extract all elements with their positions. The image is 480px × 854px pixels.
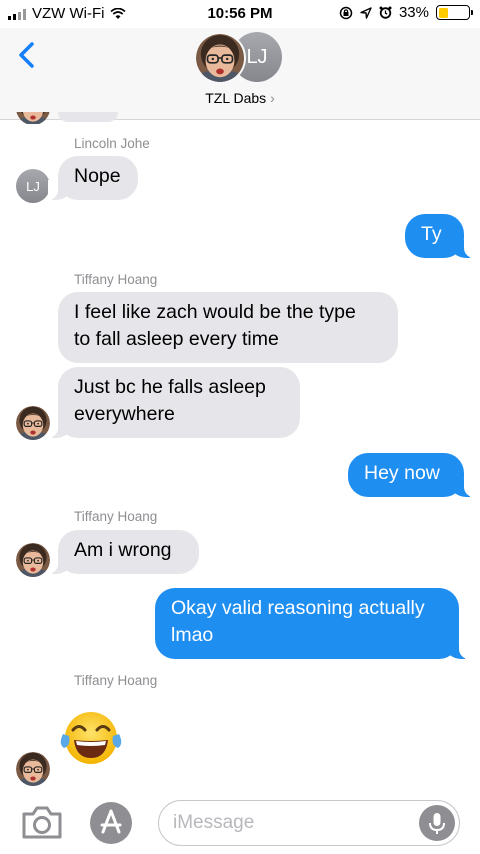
message-bubble-outgoing[interactable]: Hey now [348, 453, 474, 497]
app-store-icon[interactable] [90, 802, 132, 844]
message-bubble-outgoing[interactable]: Ty [405, 214, 474, 258]
composer-bar [0, 796, 480, 854]
message-text: Ty [421, 223, 442, 245]
avatar-lj[interactable]: LJ [16, 169, 50, 203]
sender-name: Tiffany Hoang [74, 272, 158, 287]
screen-rotation-lock-icon [339, 6, 353, 19]
clipped-avatar [16, 112, 50, 124]
location-arrow-icon [360, 6, 372, 19]
message-text-line: I feel like zach would be the type [74, 301, 356, 323]
message-text-line: to fall asleep every time [74, 328, 279, 350]
sender-name: Tiffany Hoang [74, 509, 158, 524]
message-text: Hey now [364, 462, 440, 484]
battery-icon [436, 5, 473, 20]
message-bubble-outgoing[interactable]: Okay valid reasoning actually lmao [155, 588, 469, 659]
sender-name: Lincoln Johe [74, 136, 150, 151]
avatar-photo[interactable] [16, 752, 50, 786]
chevron-right-icon: › [270, 90, 275, 106]
message-text: Am i wrong [74, 539, 172, 561]
group-name: TZL Dabs [205, 90, 267, 106]
message-bubble-incoming[interactable]: Just bc he falls asleep everywhere [48, 367, 300, 438]
message-text: Nope [74, 165, 121, 187]
clipped-bubble [58, 112, 118, 122]
imessage-field[interactable] [158, 800, 460, 846]
tears-of-joy-emoji-icon[interactable] [60, 708, 122, 770]
alarm-icon [379, 6, 392, 19]
avatar-photo[interactable] [16, 406, 50, 440]
status-bar: VZW Wi-Fi 10:56 PM 33% [0, 0, 480, 28]
battery-percent: 33% [398, 4, 429, 21]
message-input[interactable] [173, 809, 413, 837]
message-text-line: everywhere [74, 403, 175, 425]
message-text-line: lmao [171, 624, 214, 646]
message-text-line: Okay valid reasoning actually [171, 597, 425, 619]
message-bubble-incoming[interactable]: I feel like zach would be the type to fa… [58, 292, 398, 363]
conversation-header: LJ TZL Dabs › [0, 28, 480, 120]
message-text-line: Just bc he falls asleep [74, 376, 266, 398]
message-bubble-incoming[interactable]: Nope [48, 156, 138, 200]
back-chevron-icon[interactable] [12, 38, 42, 72]
sender-name: Tiffany Hoang [74, 673, 158, 688]
microphone-icon[interactable] [419, 805, 455, 841]
camera-icon[interactable] [20, 804, 64, 840]
group-title[interactable]: TZL Dabs › [0, 90, 480, 106]
status-right: 33% [339, 4, 473, 21]
group-avatars[interactable]: LJ [194, 30, 290, 86]
avatar-photo[interactable] [16, 543, 50, 577]
avatar-photo [194, 32, 246, 84]
message-bubble-incoming[interactable]: Am i wrong [48, 530, 199, 574]
